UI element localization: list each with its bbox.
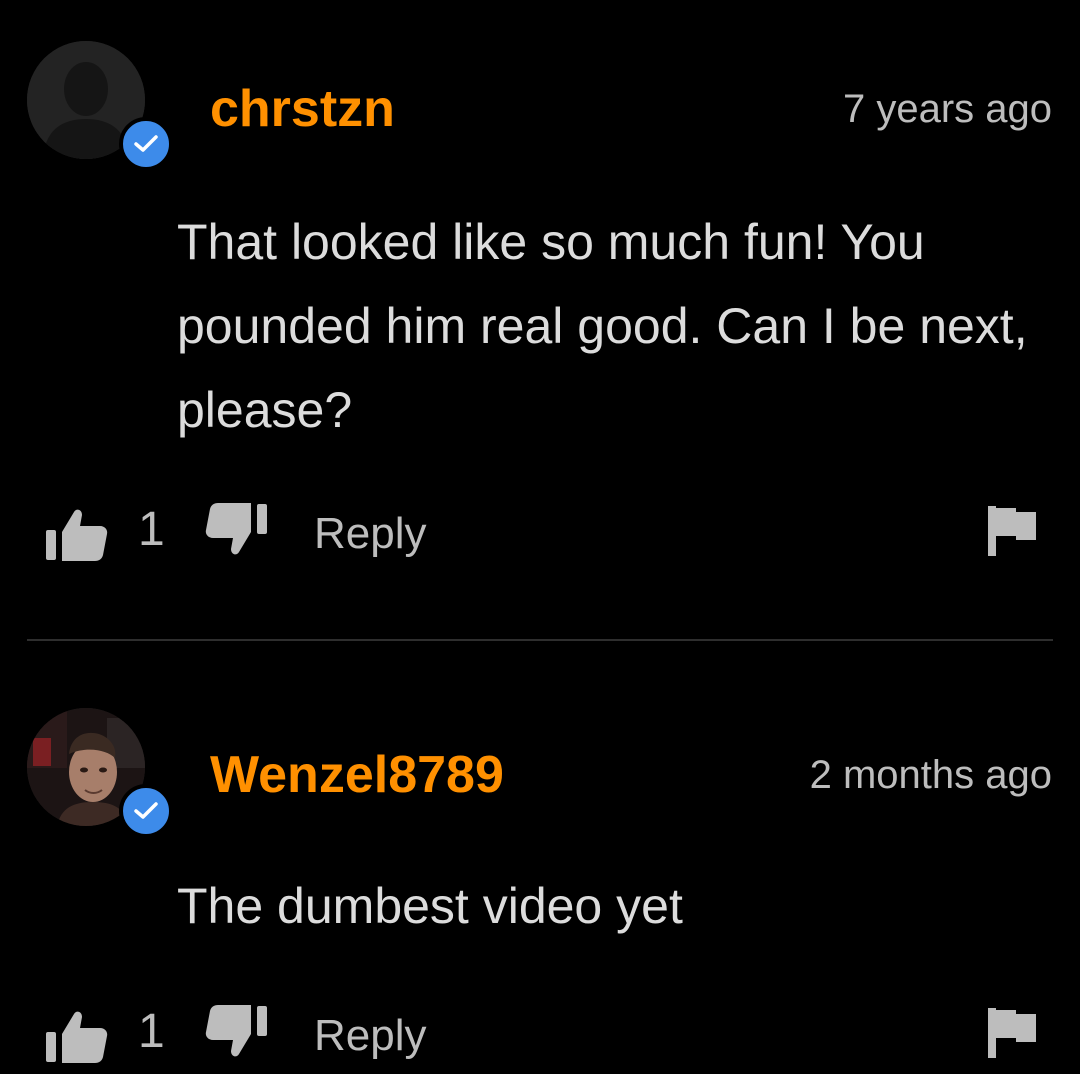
comment-text: The dumbest video yet (177, 878, 683, 934)
flag-button[interactable] (986, 502, 1038, 562)
flag-button[interactable] (986, 1004, 1038, 1064)
flag-icon (988, 1008, 1036, 1058)
comment-item: chrstzn 7 years ago That looked like so … (0, 0, 1080, 640)
verified-badge (119, 784, 173, 838)
avatar-container[interactable] (27, 41, 173, 171)
thumbs-down-icon (205, 1005, 267, 1057)
username[interactable]: chrstzn (210, 78, 395, 140)
comment-text: That looked like so much fun! You pounde… (177, 214, 1028, 438)
like-count: 1 (138, 1005, 165, 1058)
reply-button[interactable]: Reply (314, 1008, 427, 1064)
thumbs-up-icon (46, 1011, 108, 1063)
comment-divider (27, 639, 1053, 641)
thumbs-up-icon (46, 509, 108, 561)
comment-item: Wenzel8789 2 months ago The dumbest vide… (0, 642, 1080, 1074)
comment-timestamp: 7 years ago (842, 87, 1052, 131)
avatar-container[interactable] (27, 708, 173, 838)
flag-icon (988, 506, 1036, 556)
comment-timestamp: 2 months ago (809, 753, 1052, 797)
checkmark-icon (134, 135, 158, 152)
reply-button[interactable]: Reply (314, 506, 427, 562)
like-count: 1 (138, 503, 165, 556)
username[interactable]: Wenzel8789 (210, 744, 504, 806)
dislike-button[interactable] (203, 1002, 269, 1062)
thumbs-down-icon (205, 503, 267, 555)
comment-actions: 1 Reply (0, 500, 1080, 570)
dislike-button[interactable] (203, 500, 269, 560)
checkmark-icon (134, 802, 158, 819)
verified-badge (119, 117, 173, 171)
comment-actions: 1 Reply (0, 1002, 1080, 1072)
like-button[interactable] (44, 504, 110, 564)
like-button[interactable] (44, 1006, 110, 1066)
